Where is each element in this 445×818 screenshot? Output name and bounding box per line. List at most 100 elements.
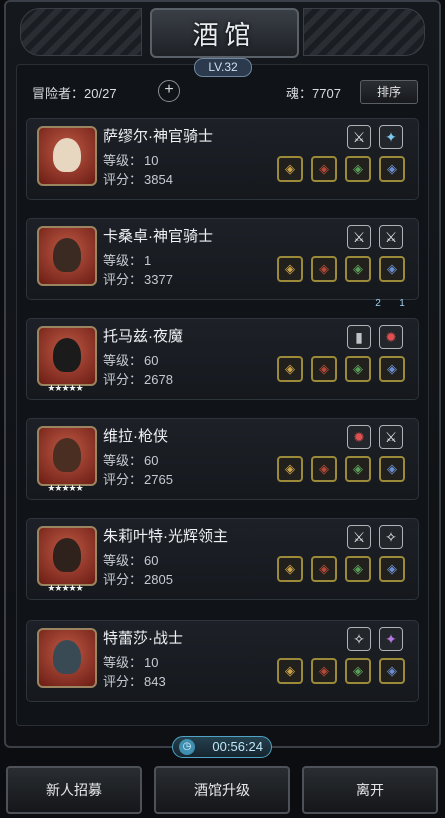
header-ornament-left <box>20 8 142 56</box>
score-label: 评分： <box>103 472 143 487</box>
score-value: 843 <box>144 674 166 689</box>
equipment-slot-icon[interactable]: ◈ <box>277 556 303 582</box>
hero-card[interactable]: ★★★★★ 托马兹·夜魔 等级： 60 评分： 2678 ▮ ✹ ◈ ◈ ◈ ◈ <box>26 318 419 400</box>
page-marker-1[interactable]: 1 <box>395 298 409 312</box>
hero-name: 朱莉叶特·光辉领主 <box>103 528 228 545</box>
hero-name: 萨缪尔·神官骑士 <box>103 128 213 145</box>
hero-level: 等级： 10 <box>103 652 158 671</box>
hero-card[interactable]: ★★★★★ 朱莉叶特·光辉领主 等级： 60 评分： 2805 ⚔ ✧ ◈ ◈ ◈ ◈ <box>26 518 419 600</box>
hero-level: 等级： 60 <box>103 450 158 469</box>
equipment-slot-icon[interactable]: ◈ <box>345 156 371 182</box>
equipment-slot-icon[interactable]: ◈ <box>379 256 405 282</box>
hero-card[interactable]: ★★★★★ 维拉·枪侠等级： 60 评分： 2765 ✹ ⚔ ◈ ◈ ◈ ◈ <box>26 418 419 500</box>
info-bar: 冒险者：20/27 + 魂：7707 排序 <box>28 80 418 104</box>
hero-card[interactable]: 卡桑卓·神官骑士 等级： 1 评分： 3377 ⚔ ⚔ ◈ ◈ ◈ ◈ <box>26 218 419 300</box>
equipment-slot-icon[interactable]: ◈ <box>277 456 303 482</box>
hero-score: 评分： 3854 <box>103 169 173 188</box>
sword-skill-icon[interactable]: ⚔ <box>347 525 371 549</box>
equipment-slot-icon[interactable]: ◈ <box>379 156 405 182</box>
level-value: 60 <box>144 553 159 568</box>
upgrade-tavern-button[interactable]: 酒馆升级 <box>154 766 290 814</box>
white-skill-icon[interactable]: ✧ <box>379 525 403 549</box>
hero-face <box>53 138 81 172</box>
level-value: 10 <box>144 153 159 168</box>
purple-skill-icon[interactable]: ✦ <box>379 627 403 651</box>
score-label: 评分： <box>103 572 143 587</box>
adventurer-count: 冒险者：20/27 <box>32 83 117 102</box>
header-ornament-right <box>303 8 425 56</box>
level-label: 等级： <box>103 553 143 568</box>
hero-score: 评分： 2678 <box>103 369 173 388</box>
sword-skill-icon[interactable]: ⚔ <box>347 125 371 149</box>
score-label: 评分： <box>103 272 143 287</box>
hero-card[interactable]: 萨缪尔·神官骑士 等级： 10 评分： 3854 ⚔ ✦ ◈ ◈ ◈ ◈ <box>26 118 419 200</box>
red-skill-icon[interactable]: ✹ <box>347 425 371 449</box>
equipment-slot-icon[interactable]: ◈ <box>311 456 337 482</box>
score-value: 3854 <box>144 172 173 187</box>
hero-portrait[interactable] <box>37 226 97 286</box>
score-value: 2678 <box>144 372 173 387</box>
equipment-slot-icon[interactable]: ◈ <box>277 256 303 282</box>
level-label: 等级： <box>103 353 143 368</box>
adventurer-value: 20/27 <box>84 86 117 101</box>
hero-score: 评分： 2765 <box>103 469 173 488</box>
hero-score: 评分： 843 <box>103 671 166 690</box>
equipment-slot-icon[interactable]: ◈ <box>277 156 303 182</box>
hero-portrait[interactable] <box>37 126 97 186</box>
equipment-slot-icon[interactable]: ◈ <box>379 456 405 482</box>
equipment-slot-icon[interactable]: ◈ <box>311 356 337 382</box>
hero-portrait[interactable] <box>37 526 97 586</box>
sort-button[interactable]: 排序 <box>360 80 418 104</box>
hero-stars: ★★★★★ <box>47 383 83 393</box>
sword-skill-icon[interactable]: ⚔ <box>379 225 403 249</box>
adventurer-label: 冒险者： <box>32 86 85 101</box>
equipment-slot-icon[interactable]: ◈ <box>311 556 337 582</box>
equipment-slot-icon[interactable]: ◈ <box>311 156 337 182</box>
equipment-slot-icon[interactable]: ◈ <box>379 658 405 684</box>
hero-face <box>53 338 81 372</box>
level-value: 10 <box>144 655 159 670</box>
hero-level: 等级： 60 <box>103 550 158 569</box>
red-skill-icon[interactable]: ✹ <box>379 325 403 349</box>
hero-card[interactable]: 特蕾莎·战士 等级： 10 评分： 843 ✧ ✦ ◈ ◈ ◈ ◈ <box>26 620 419 702</box>
equipment-slot-icon[interactable]: ◈ <box>379 556 405 582</box>
equipment-slot-icon[interactable]: ◈ <box>379 356 405 382</box>
equipment-slot-icon[interactable]: ◈ <box>345 658 371 684</box>
hero-score: 评分： 2805 <box>103 569 173 588</box>
equipment-slot-icon[interactable]: ◈ <box>311 658 337 684</box>
equipment-slot-icon[interactable]: ◈ <box>345 256 371 282</box>
soul-label: 魂： <box>286 86 313 101</box>
equipment-slot-icon[interactable]: ◈ <box>311 256 337 282</box>
clock-icon: ◷ <box>179 739 195 755</box>
soul-count: 魂：7707 <box>286 83 341 102</box>
gray-skill-icon[interactable]: ▮ <box>347 325 371 349</box>
equipment-slot-icon[interactable]: ◈ <box>277 356 303 382</box>
hero-portrait[interactable] <box>37 628 97 688</box>
level-label: 等级： <box>103 253 143 268</box>
white-skill-icon[interactable]: ✧ <box>347 627 371 651</box>
hero-face <box>53 640 81 674</box>
equipment-slot-icon[interactable]: ◈ <box>345 356 371 382</box>
hero-stars: ★★★★★ <box>47 483 83 493</box>
sword-skill-icon[interactable]: ⚔ <box>379 425 403 449</box>
level-label: 等级： <box>103 655 143 670</box>
sword-skill-icon[interactable]: ⚔ <box>347 225 371 249</box>
score-value: 3377 <box>144 272 173 287</box>
level-value: 60 <box>144 453 159 468</box>
hero-portrait[interactable] <box>37 326 97 386</box>
soul-value: 7707 <box>312 86 341 101</box>
recruit-button[interactable]: 新人招募 <box>6 766 142 814</box>
level-label: 等级： <box>103 453 143 468</box>
equipment-slot-icon[interactable]: ◈ <box>345 556 371 582</box>
hero-name: 维拉·枪侠 <box>103 428 168 445</box>
leave-button[interactable]: 离开 <box>302 766 438 814</box>
level-value: 60 <box>144 353 159 368</box>
blue-skill-icon[interactable]: ✦ <box>379 125 403 149</box>
equipment-slot-icon[interactable]: ◈ <box>345 456 371 482</box>
page-marker-2[interactable]: 2 <box>371 298 385 312</box>
equipment-slot-icon[interactable]: ◈ <box>277 658 303 684</box>
hero-level: 等级： 10 <box>103 150 158 169</box>
hero-name: 卡桑卓·神官骑士 <box>103 228 213 245</box>
add-adventurer-button[interactable]: + <box>158 80 180 102</box>
hero-portrait[interactable] <box>37 426 97 486</box>
